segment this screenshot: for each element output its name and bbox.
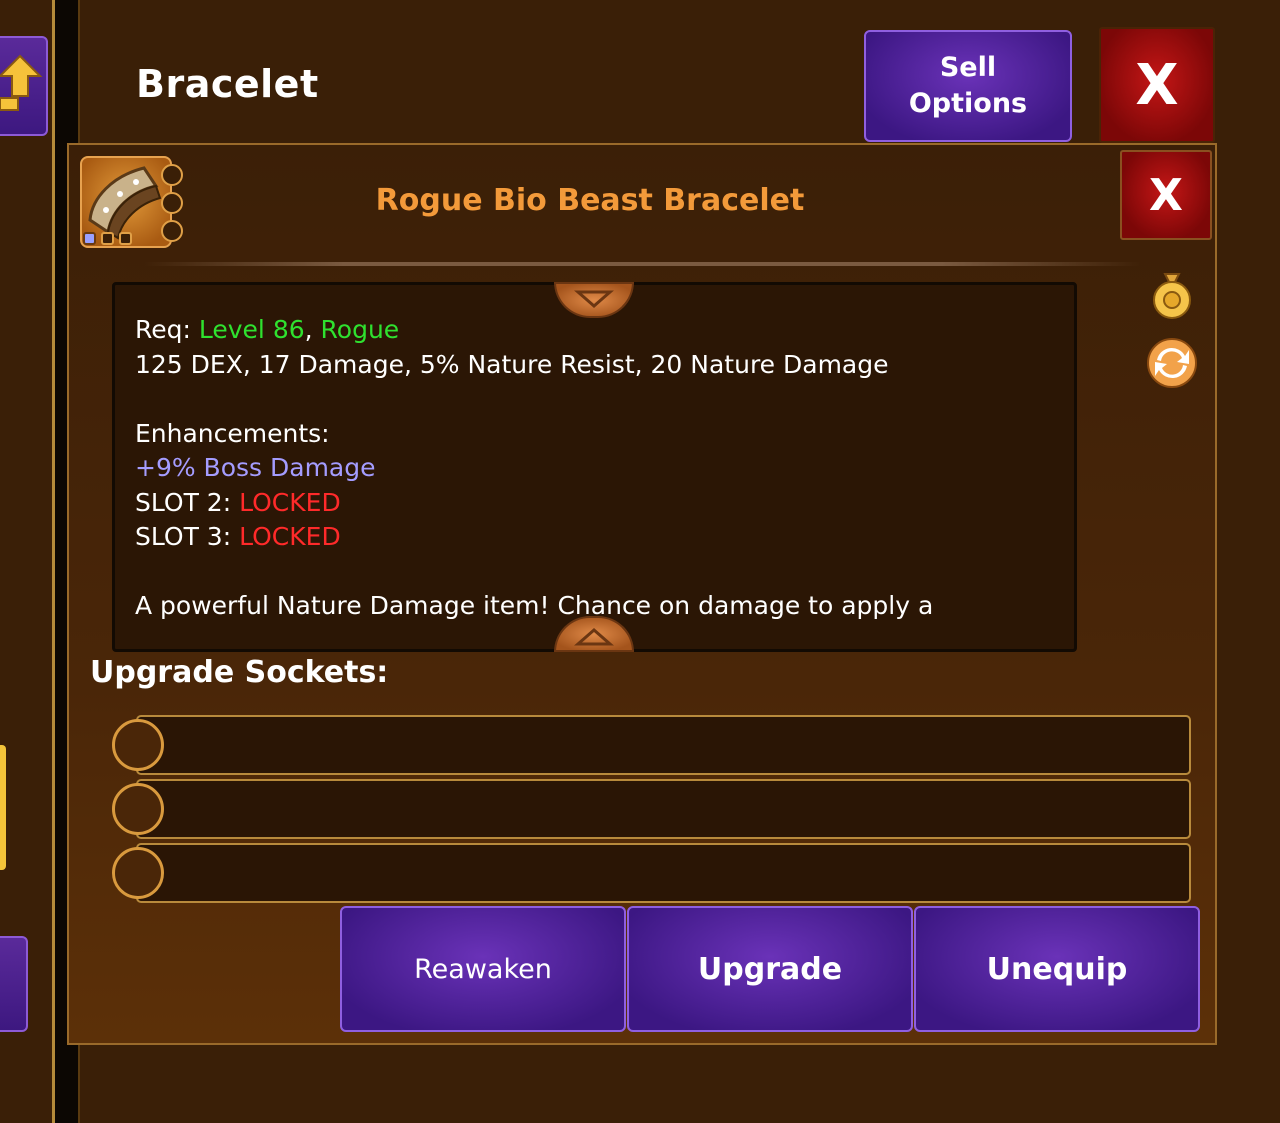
close-panel-button[interactable]: X	[1120, 150, 1212, 240]
socket-ring-icon	[112, 719, 164, 771]
chevron-down-icon	[574, 290, 614, 308]
item-stats: 125 DEX, 17 Damage, 5% Nature Resist, 20…	[135, 349, 889, 379]
side-bottom-button[interactable]	[0, 936, 28, 1032]
reawaken-label: Reawaken	[414, 953, 552, 985]
req-level: Level 86	[198, 315, 305, 344]
side-tab-marker[interactable]	[0, 745, 6, 870]
close-icon: X	[1149, 169, 1183, 221]
close-window-button[interactable]: X	[1099, 27, 1215, 143]
close-icon: X	[1135, 52, 1179, 118]
header-divider	[145, 262, 1140, 266]
flavor-text: A powerful Nature Damage item! Chance on…	[135, 591, 934, 620]
tier-square	[101, 232, 114, 245]
gold-bag-icon[interactable]	[1145, 266, 1199, 320]
gem-slot-dot	[161, 192, 183, 214]
sell-options-button[interactable]: Sell Options	[864, 30, 1072, 142]
upload-arrow-icon	[0, 54, 43, 111]
item-name: Rogue Bio Beast Bracelet	[375, 183, 805, 218]
socket-slot[interactable]	[136, 715, 1191, 775]
unequip-button[interactable]: Unequip	[914, 906, 1200, 1032]
reawaken-button[interactable]: Reawaken	[340, 906, 626, 1032]
socket-slot[interactable]	[136, 779, 1191, 839]
upgrade-sockets-label: Upgrade Sockets:	[90, 655, 389, 690]
socket-ring-icon	[112, 783, 164, 835]
upgrade-label: Upgrade	[697, 951, 843, 987]
req-separator: ,	[304, 315, 321, 344]
slot3-label: SLOT 3:	[135, 522, 240, 551]
item-description-box[interactable]: Req: Level 86, Rogue 125 DEX, 17 Damage,…	[112, 282, 1077, 652]
req-prefix: Req:	[135, 315, 199, 344]
swap-icon[interactable]	[1145, 336, 1199, 390]
description-text: Req: Level 86, Rogue 125 DEX, 17 Damage,…	[135, 313, 1055, 624]
scroll-down-button[interactable]	[554, 282, 634, 318]
slot3-value: LOCKED	[239, 522, 341, 551]
scroll-up-button[interactable]	[554, 616, 634, 652]
page-title: Bracelet	[136, 62, 319, 106]
gem-slot-dot	[161, 220, 183, 242]
enhancements-header: Enhancements:	[135, 418, 330, 448]
gem-slot-dot	[161, 164, 183, 186]
slot2-label: SLOT 2:	[135, 487, 240, 517]
socket-ring-icon	[112, 847, 164, 899]
chevron-up-icon	[574, 628, 614, 646]
sell-options-label: Sell Options	[908, 52, 1028, 119]
slot2-value: LOCKED	[239, 487, 341, 517]
enhancement-1: +9% Boss Damage	[135, 453, 376, 482]
req-class: Rogue	[320, 315, 400, 344]
tier-square	[119, 232, 132, 245]
tier-square	[83, 232, 96, 245]
unequip-label: Unequip	[986, 951, 1128, 987]
side-up-button[interactable]	[0, 36, 48, 136]
upgrade-button[interactable]: Upgrade	[627, 906, 913, 1032]
socket-slot[interactable]	[136, 843, 1191, 903]
